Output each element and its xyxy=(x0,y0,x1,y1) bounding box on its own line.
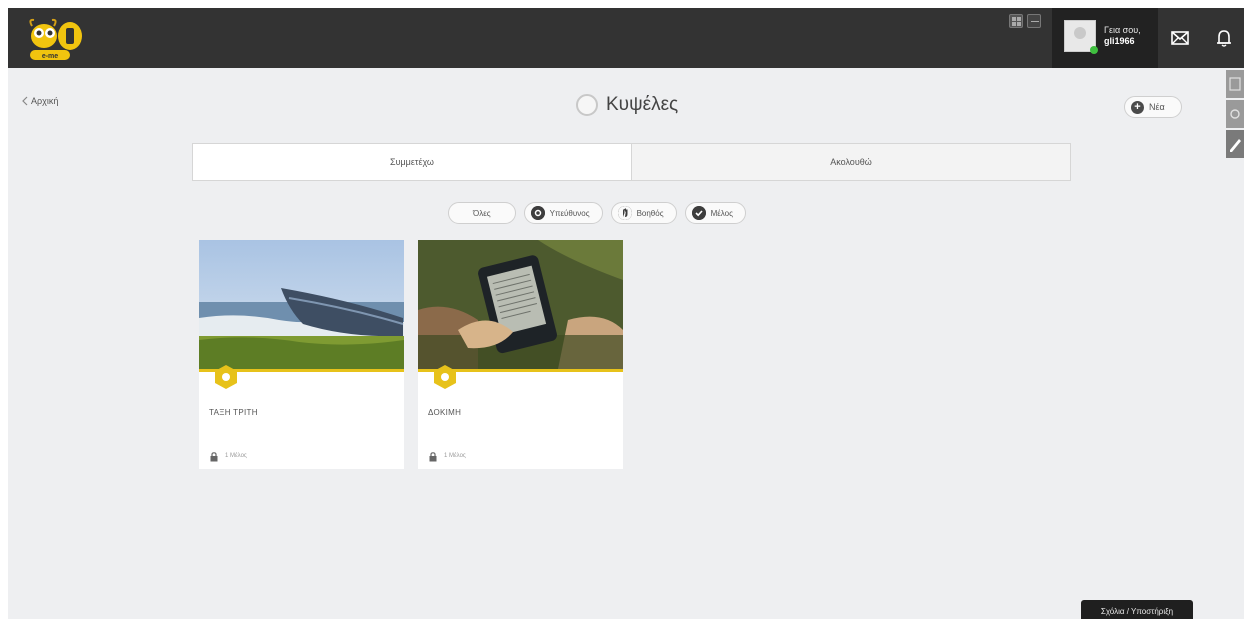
page-title: Κυψέλες xyxy=(606,94,679,115)
hive-member-count: 1 Μέλος xyxy=(225,453,247,459)
top-bar: e-me Γεια σου, gli1966 xyxy=(8,8,1244,68)
filter-member[interactable]: Μέλος xyxy=(684,202,746,224)
lock-icon xyxy=(210,452,218,462)
side-toolbar xyxy=(1226,70,1244,160)
hive-cover-image xyxy=(418,240,623,369)
avatar xyxy=(1064,20,1098,54)
online-indicator xyxy=(1090,46,1098,54)
back-link[interactable]: Αρχική xyxy=(22,96,58,106)
hive-cover-image xyxy=(199,240,404,369)
tab-bar: Συμμετέχω Ακολουθώ xyxy=(192,143,1071,181)
check-icon xyxy=(691,206,706,220)
gear-icon xyxy=(530,206,545,220)
hand-icon xyxy=(617,206,632,220)
svg-text:e-me: e-me xyxy=(42,53,58,60)
e-me-logo[interactable]: e-me xyxy=(24,14,88,62)
chevron-left-icon xyxy=(22,96,28,106)
filter-all[interactable]: Όλες xyxy=(448,202,516,224)
hive-card[interactable]: ΔΟΚΙΜΗ 1 Μέλος xyxy=(418,240,623,469)
filter-owner[interactable]: Υπεύθυνος xyxy=(523,202,603,224)
hive-title: ΔΟΚΙΜΗ xyxy=(428,408,462,417)
new-hive-label: Νέα xyxy=(1149,102,1165,112)
hive-member-count: 1 Μέλος xyxy=(444,453,466,459)
lock-icon xyxy=(429,452,437,462)
mail-icon[interactable] xyxy=(1169,27,1191,49)
search-tool-button[interactable] xyxy=(1226,100,1244,128)
hive-card[interactable]: ΤΑΞΗ ΤΡΙΤΗ 1 Μέλος xyxy=(199,240,404,469)
new-hive-button[interactable]: + Νέα xyxy=(1124,96,1182,118)
page-header: Κυψέλες xyxy=(576,94,678,116)
grid-view-toggle[interactable] xyxy=(1009,14,1023,28)
help-icon xyxy=(1229,77,1241,91)
hives-icon xyxy=(576,94,598,116)
tab-participating[interactable]: Συμμετέχω xyxy=(193,144,632,180)
user-menu[interactable]: Γεια σου, gli1966 xyxy=(1052,8,1158,68)
feedback-support-button[interactable]: Σχόλια / Υποστήριξη xyxy=(1081,600,1193,619)
search-icon xyxy=(1230,109,1240,119)
help-tool-button[interactable] xyxy=(1226,70,1244,98)
bell-icon[interactable] xyxy=(1213,27,1235,49)
user-name: gli1966 xyxy=(1104,36,1135,46)
pencil-icon xyxy=(1230,139,1241,152)
filter-assistant[interactable]: Βοηθός xyxy=(610,202,677,224)
plus-icon: + xyxy=(1131,100,1144,114)
app-frame: e-me Γεια σου, gli1966 Αρχική Κυψέλες + … xyxy=(8,8,1244,619)
hive-title: ΤΑΞΗ ΤΡΙΤΗ xyxy=(209,408,258,417)
user-greeting: Γεια σου, xyxy=(1104,25,1141,35)
hive-hexagon-icon xyxy=(215,365,237,389)
list-view-toggle[interactable] xyxy=(1027,14,1041,28)
tab-following[interactable]: Ακολουθώ xyxy=(632,144,1070,180)
edit-tool-button[interactable] xyxy=(1226,130,1244,158)
role-filters: Όλες Υπεύθυνος Βοηθός Μέλος xyxy=(448,202,746,224)
back-link-label: Αρχική xyxy=(31,96,59,106)
hive-hexagon-icon xyxy=(434,365,456,389)
